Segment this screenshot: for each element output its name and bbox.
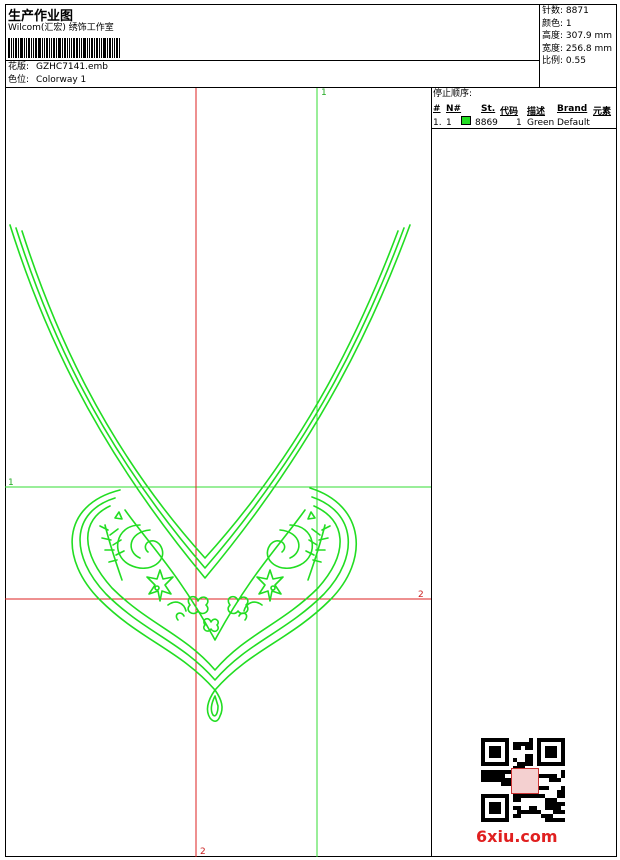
- guide-label-red-h: 2: [418, 590, 424, 600]
- guide-label-green-h: 1: [8, 478, 14, 488]
- guide-label-red-v: 2: [200, 847, 206, 857]
- watermark: 6xiu.com: [476, 827, 558, 846]
- embroidery-design: [9, 224, 411, 722]
- guide-label-green-v: 1: [321, 88, 327, 98]
- design-canvas: [5, 88, 431, 857]
- seal-stamp: [511, 768, 539, 794]
